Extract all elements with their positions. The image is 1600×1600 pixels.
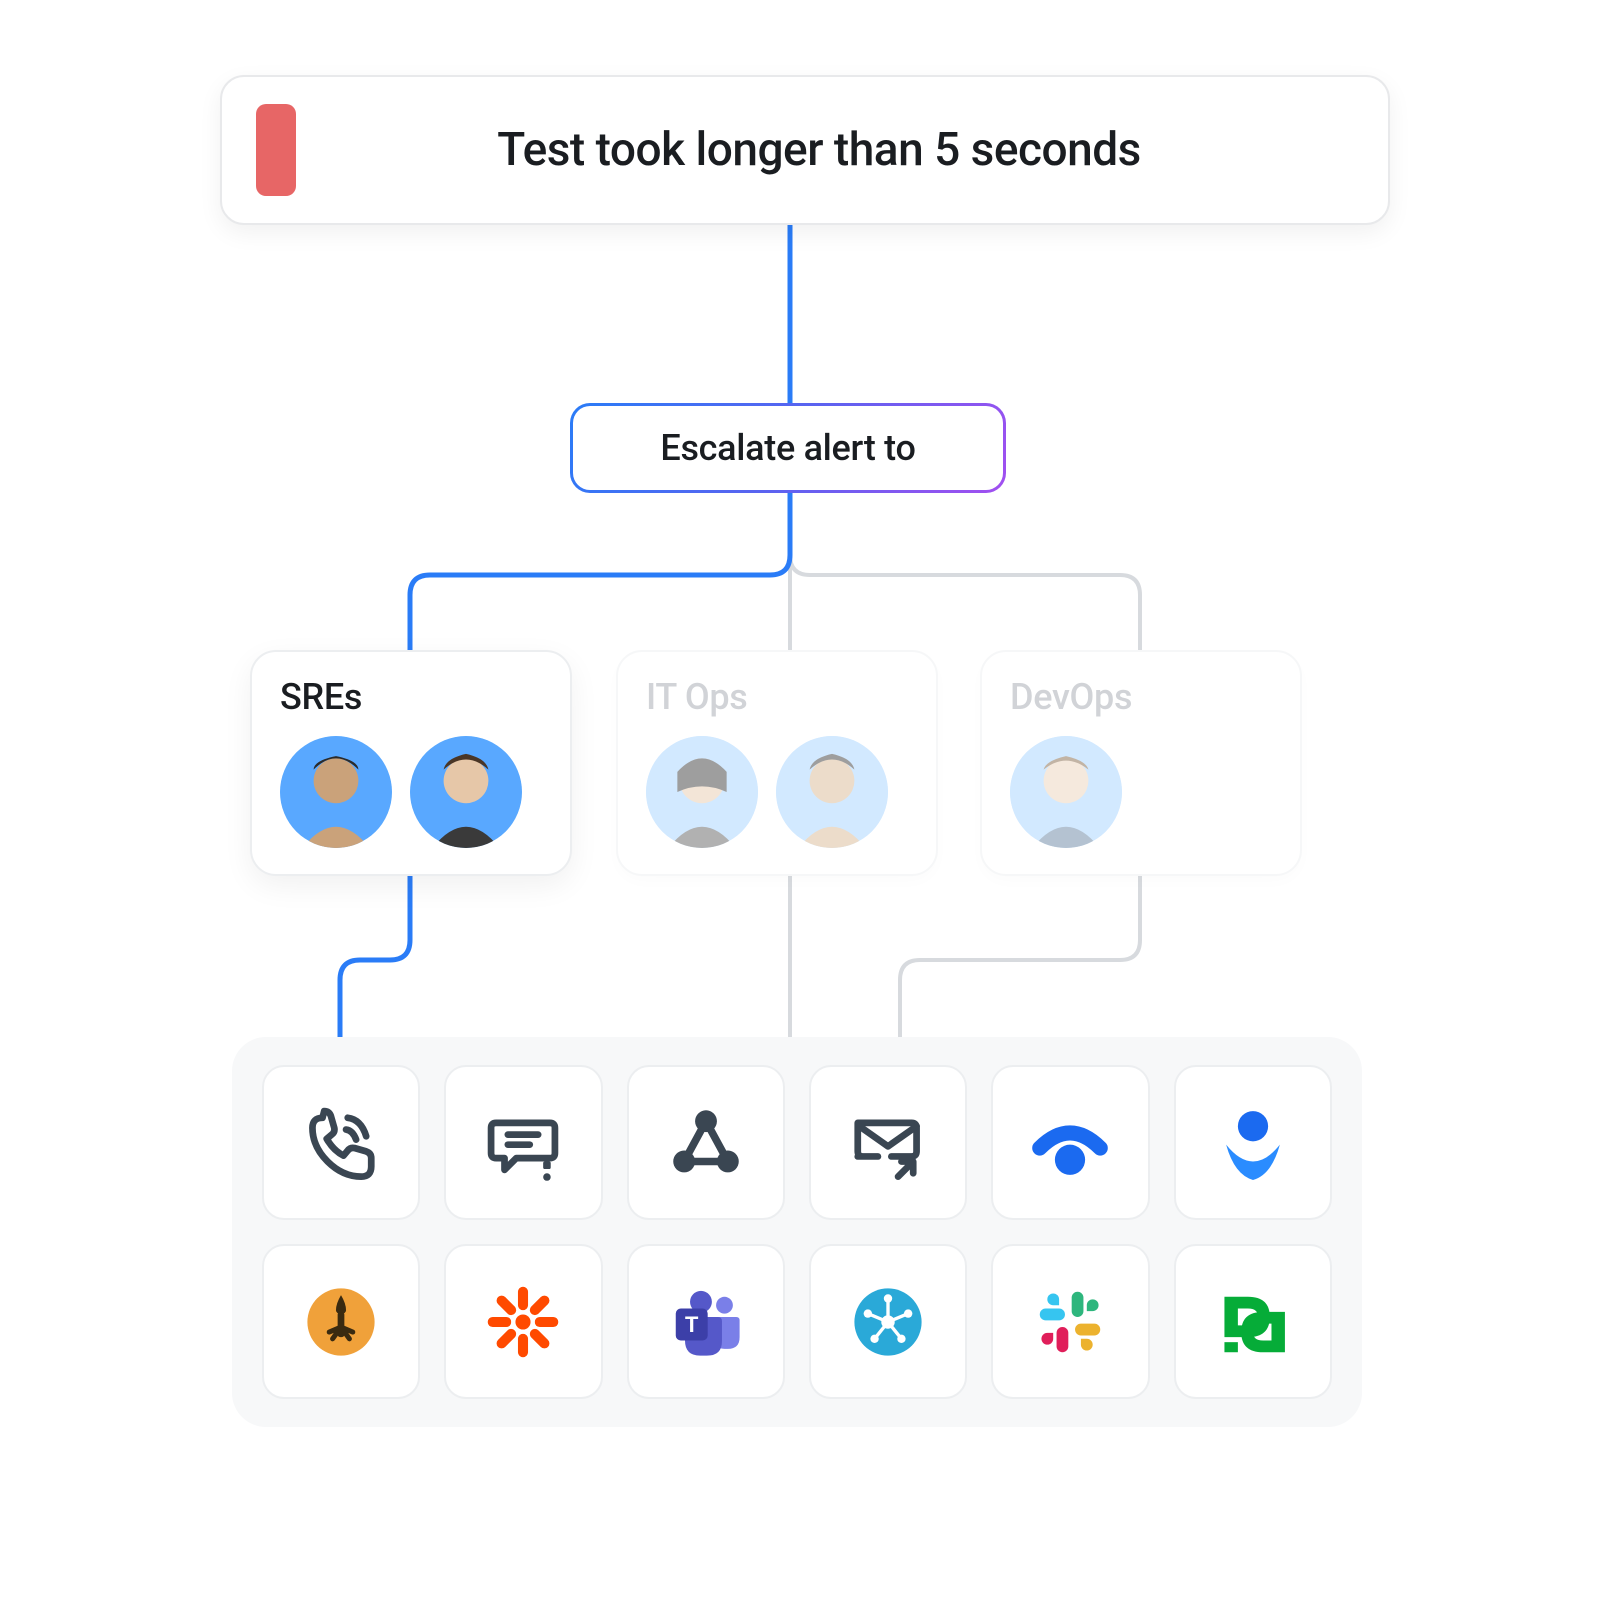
microsoft-teams-icon: T [664, 1280, 748, 1364]
team-card-itops[interactable]: IT Ops [616, 650, 938, 876]
opsgenie-icon [1211, 1101, 1295, 1185]
firehydrant-icon [299, 1280, 383, 1364]
channel-statuspage[interactable] [991, 1065, 1149, 1220]
svg-text:T: T [685, 1312, 699, 1337]
avatar [646, 736, 758, 848]
alert-card: Test took longer than 5 seconds [220, 75, 1390, 225]
channel-firehydrant[interactable] [262, 1244, 420, 1399]
team-label: DevOps [1010, 676, 1272, 718]
team-card-sres[interactable]: SREs [250, 650, 572, 876]
channel-ilert[interactable] [809, 1244, 967, 1399]
webhook-icon [664, 1101, 748, 1185]
channels-panel: T [232, 1037, 1362, 1427]
phone-call-icon [299, 1101, 383, 1185]
ilert-icon [846, 1280, 930, 1364]
channel-sms[interactable] [444, 1065, 602, 1220]
slack-icon [1028, 1280, 1112, 1364]
team-card-devops[interactable]: DevOps [980, 650, 1302, 876]
pagerduty-icon [1211, 1280, 1295, 1364]
avatar [410, 736, 522, 848]
team-label: IT Ops [646, 676, 908, 718]
escalate-step: Escalate alert to [570, 403, 1006, 493]
team-label: SREs [280, 676, 542, 718]
email-share-icon [846, 1101, 930, 1185]
zapier-icon [481, 1280, 565, 1364]
channel-zapier[interactable] [444, 1244, 602, 1399]
channel-pagerduty[interactable] [1174, 1244, 1332, 1399]
channel-email[interactable] [809, 1065, 967, 1220]
avatar [280, 736, 392, 848]
escalate-label: Escalate alert to [660, 427, 915, 469]
sms-chat-icon [481, 1101, 565, 1185]
channel-opsgenie[interactable] [1174, 1065, 1332, 1220]
statuspage-icon [1028, 1101, 1112, 1185]
channel-phone[interactable] [262, 1065, 420, 1220]
avatar [776, 736, 888, 848]
alert-title: Test took longer than 5 seconds [284, 123, 1354, 177]
avatar [1010, 736, 1122, 848]
channel-msteams[interactable]: T [627, 1244, 785, 1399]
channel-webhook[interactable] [627, 1065, 785, 1220]
channel-slack[interactable] [991, 1244, 1149, 1399]
